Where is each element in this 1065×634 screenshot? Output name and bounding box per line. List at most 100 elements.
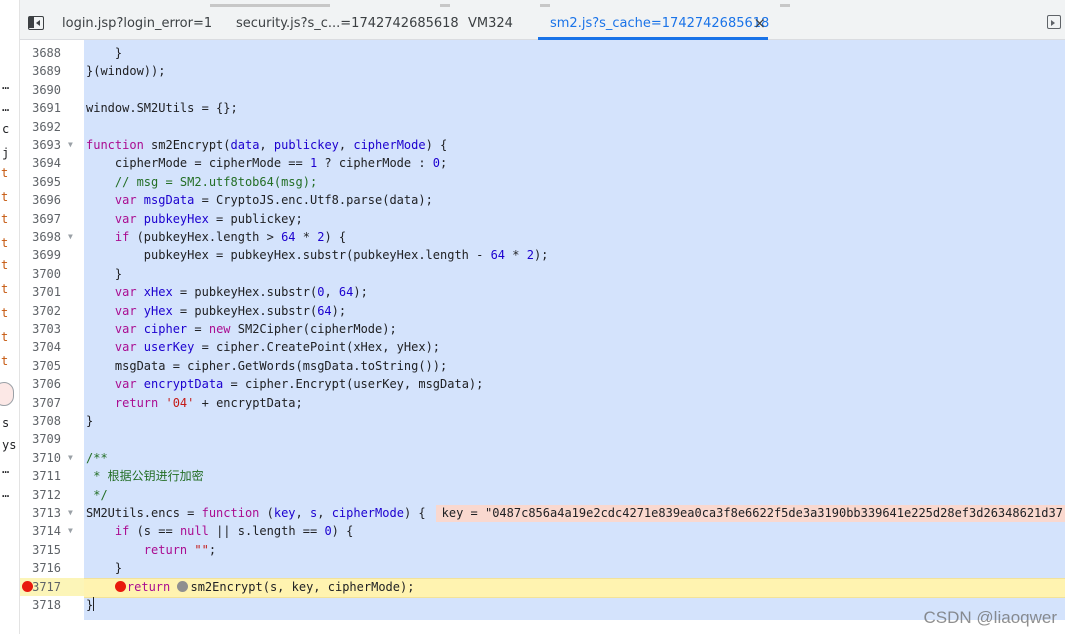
code-token: , [259, 138, 274, 152]
code-line[interactable]: 3717 return sm2Encrypt(s, key, cipherMod… [20, 577, 1065, 599]
code-line[interactable]: 3718} [20, 596, 1065, 614]
tab-security-js[interactable]: security.js?s_c...=1742742685618 [236, 8, 459, 39]
tab-login-jsp[interactable]: login.jsp?login_error=1 [62, 8, 212, 39]
line-number[interactable]: 3701 [20, 283, 61, 301]
line-number[interactable]: 3707 [20, 394, 61, 412]
toggle-debugger-icon[interactable] [1047, 15, 1061, 29]
code-line[interactable]: 3698 ▼ if (pubkeyHex.length > 64 * 2) { [20, 228, 1065, 246]
line-number[interactable]: 3689 [20, 62, 61, 80]
line-number[interactable]: 3710 [20, 449, 61, 467]
line-number[interactable]: 3706 [20, 375, 61, 393]
code-token: data [230, 138, 260, 152]
code-line[interactable]: 3712 */ [20, 486, 1065, 504]
line-number[interactable]: 3703 [20, 320, 61, 338]
line-number[interactable]: 3709 [20, 430, 61, 448]
code-token: = pubkeyHex.substr( [172, 303, 318, 318]
navigator-glyph: … [2, 78, 10, 92]
code-line[interactable]: 3697 var pubkeyHex = publickey; [20, 210, 1065, 228]
code-line[interactable]: 3696 var msgData = CryptoJS.enc.Utf8.par… [20, 191, 1065, 209]
code-token: msgData = cipher.GetWords(msgData.toStri… [86, 358, 448, 373]
code-line[interactable]: 3695 // msg = SM2.utf8tob64(msg); [20, 173, 1065, 191]
fold-arrow-icon[interactable]: ▼ [68, 449, 73, 467]
line-number[interactable]: 3716 [20, 559, 61, 577]
code-line[interactable]: 3704 var userKey = cipher.CreatePoint(xH… [20, 338, 1065, 356]
line-number[interactable]: 3693 [20, 136, 61, 154]
code-line[interactable]: 3706 var encryptData = cipher.Encrypt(us… [20, 375, 1065, 393]
code-line[interactable]: 3709 [20, 430, 1065, 448]
line-number[interactable]: 3698 [20, 228, 61, 246]
navigator-pill[interactable] [0, 382, 14, 406]
line-number[interactable]: 3705 [20, 357, 61, 375]
code-line[interactable]: 3689}(window)); [20, 62, 1065, 80]
inline-variable-value[interactable]: key = "0487c856a4a19e2cdc4271e839ea0ca3f… [435, 505, 1065, 522]
code-line[interactable]: 3691 window.SM2Utils = {}; [20, 99, 1065, 117]
line-number[interactable]: 3696 [20, 191, 61, 209]
code-token: if [86, 230, 130, 244]
navigator-glyph: t [1, 236, 9, 250]
code-text: SM2Utils.encs = function (key, s, cipher… [86, 504, 1065, 522]
line-number[interactable]: 3700 [20, 265, 61, 283]
code-token: = [187, 322, 209, 336]
line-number[interactable]: 3695 [20, 173, 61, 191]
inline-breakpoint-icon[interactable] [114, 580, 126, 592]
code-line[interactable]: 3692 [20, 118, 1065, 136]
line-number[interactable]: 3697 [20, 210, 61, 228]
code-line[interactable]: 3710 ▼ /** [20, 449, 1065, 467]
code-line[interactable]: 3699 pubkeyHex = pubkeyHex.substr(pubkey… [20, 246, 1065, 264]
fold-arrow-icon[interactable]: ▼ [68, 522, 73, 540]
code-token: // msg = SM2.utf8tob64(msg); [86, 174, 318, 189]
code-line[interactable]: 3713 ▼ SM2Utils.encs = function (key, s, c… [20, 504, 1065, 522]
code-line[interactable]: 3694 cipherMode = cipherMode == 1 ? ciph… [20, 154, 1065, 172]
code-line[interactable]: 3711 * 根据公钥进行加密 [20, 467, 1065, 485]
line-number[interactable]: 3688 [20, 44, 61, 62]
line-number[interactable]: 3714 [20, 522, 61, 540]
code-text: /** [86, 449, 108, 467]
line-number[interactable]: 3708 [20, 412, 61, 430]
code-line[interactable]: 3716 } [20, 559, 1065, 577]
line-number[interactable]: 3713 [20, 504, 61, 522]
code-line[interactable]: 3690 [20, 81, 1065, 99]
code-token: 0 [432, 156, 441, 171]
code-line[interactable]: 3715 return ""; [20, 541, 1065, 559]
code-line[interactable]: 3701 var xHex = pubkeyHex.substr(0, 64); [20, 283, 1065, 301]
code-line[interactable]: 3714 ▼ if (s == null || s.length == 0) { [20, 522, 1065, 540]
code-token: (pubkeyHex.length > [129, 230, 282, 244]
line-number[interactable]: 3692 [20, 118, 61, 136]
line-number[interactable]: 3702 [20, 302, 61, 320]
line-number[interactable]: 3691 [20, 99, 61, 117]
code-text: return ""; [86, 541, 216, 559]
tab-sm2-js[interactable]: sm2.js?s_cache=1742742685618 × [538, 8, 769, 40]
code-line[interactable]: 3700 } [20, 265, 1065, 283]
line-number[interactable]: 3711 [20, 467, 61, 485]
line-number[interactable]: 3694 [20, 154, 61, 172]
inline-breakpoint-disabled-icon[interactable] [177, 580, 189, 592]
code-line[interactable]: 3708} [20, 412, 1065, 430]
code-line[interactable]: 3693 ▼ function sm2Encrypt(data, publickey… [20, 136, 1065, 154]
fold-arrow-icon[interactable]: ▼ [68, 504, 73, 522]
code-editor[interactable]: 3688 } 3689}(window)); 3690 3691 window.SM2U… [20, 40, 1065, 634]
code-token: * 根据公钥进行加密 [86, 469, 204, 484]
fold-arrow-icon[interactable]: ▼ [68, 228, 73, 246]
toggle-navigator-icon[interactable] [28, 16, 44, 30]
fold-arrow-icon[interactable]: ▼ [68, 136, 73, 154]
line-number[interactable]: 3690 [20, 81, 61, 99]
line-number[interactable]: 3704 [20, 338, 61, 356]
code-line[interactable]: 3688 } [20, 44, 1065, 62]
tab-vm324[interactable]: VM324 [468, 8, 513, 39]
code-line[interactable]: 3707 return '04' + encryptData; [20, 394, 1065, 412]
line-number[interactable]: 3717 [20, 578, 61, 596]
code-token: + encryptData; [194, 395, 303, 410]
line-number[interactable]: 3715 [20, 541, 61, 559]
close-icon[interactable]: × [753, 8, 766, 38]
line-number[interactable]: 3699 [20, 246, 61, 264]
code-line[interactable]: 3703 var cipher = new SM2Cipher(cipherMo… [20, 320, 1065, 338]
navigator-glyph: … [2, 100, 10, 114]
code-token: function [201, 506, 267, 520]
line-number[interactable]: 3718 [20, 596, 61, 614]
strip-segment [540, 4, 550, 7]
code-text: window.SM2Utils = {}; [86, 99, 238, 117]
code-line[interactable]: 3705 msgData = cipher.GetWords(msgData.t… [20, 357, 1065, 375]
line-number[interactable]: 3712 [20, 486, 61, 504]
code-text: var msgData = CryptoJS.enc.Utf8.parse(da… [86, 191, 433, 209]
code-line[interactable]: 3702 var yHex = pubkeyHex.substr(64); [20, 302, 1065, 320]
